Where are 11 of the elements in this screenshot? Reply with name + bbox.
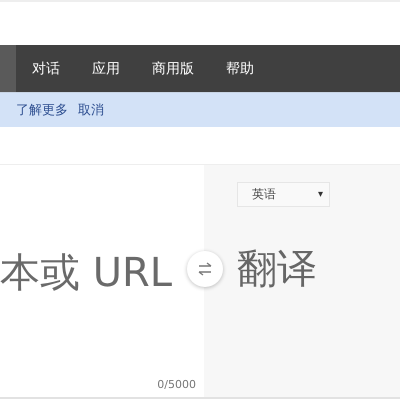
translation-output: 翻译	[237, 245, 318, 293]
nav-link[interactable]: 应用	[92, 60, 120, 78]
nav-link[interactable]: 帮助	[226, 60, 254, 78]
nav-link[interactable]: 商用版	[152, 60, 194, 78]
nav-edge-block	[0, 45, 16, 92]
notice-link[interactable]: 了解更多	[16, 101, 68, 119]
swap-arrows-icon	[197, 262, 213, 276]
language-dropdown[interactable]: 英语 ▾	[237, 182, 330, 207]
notice-link[interactable]: 取消	[78, 101, 104, 119]
character-counter: 0/5000	[157, 378, 196, 391]
nav-link[interactable]: 对话	[32, 60, 60, 78]
